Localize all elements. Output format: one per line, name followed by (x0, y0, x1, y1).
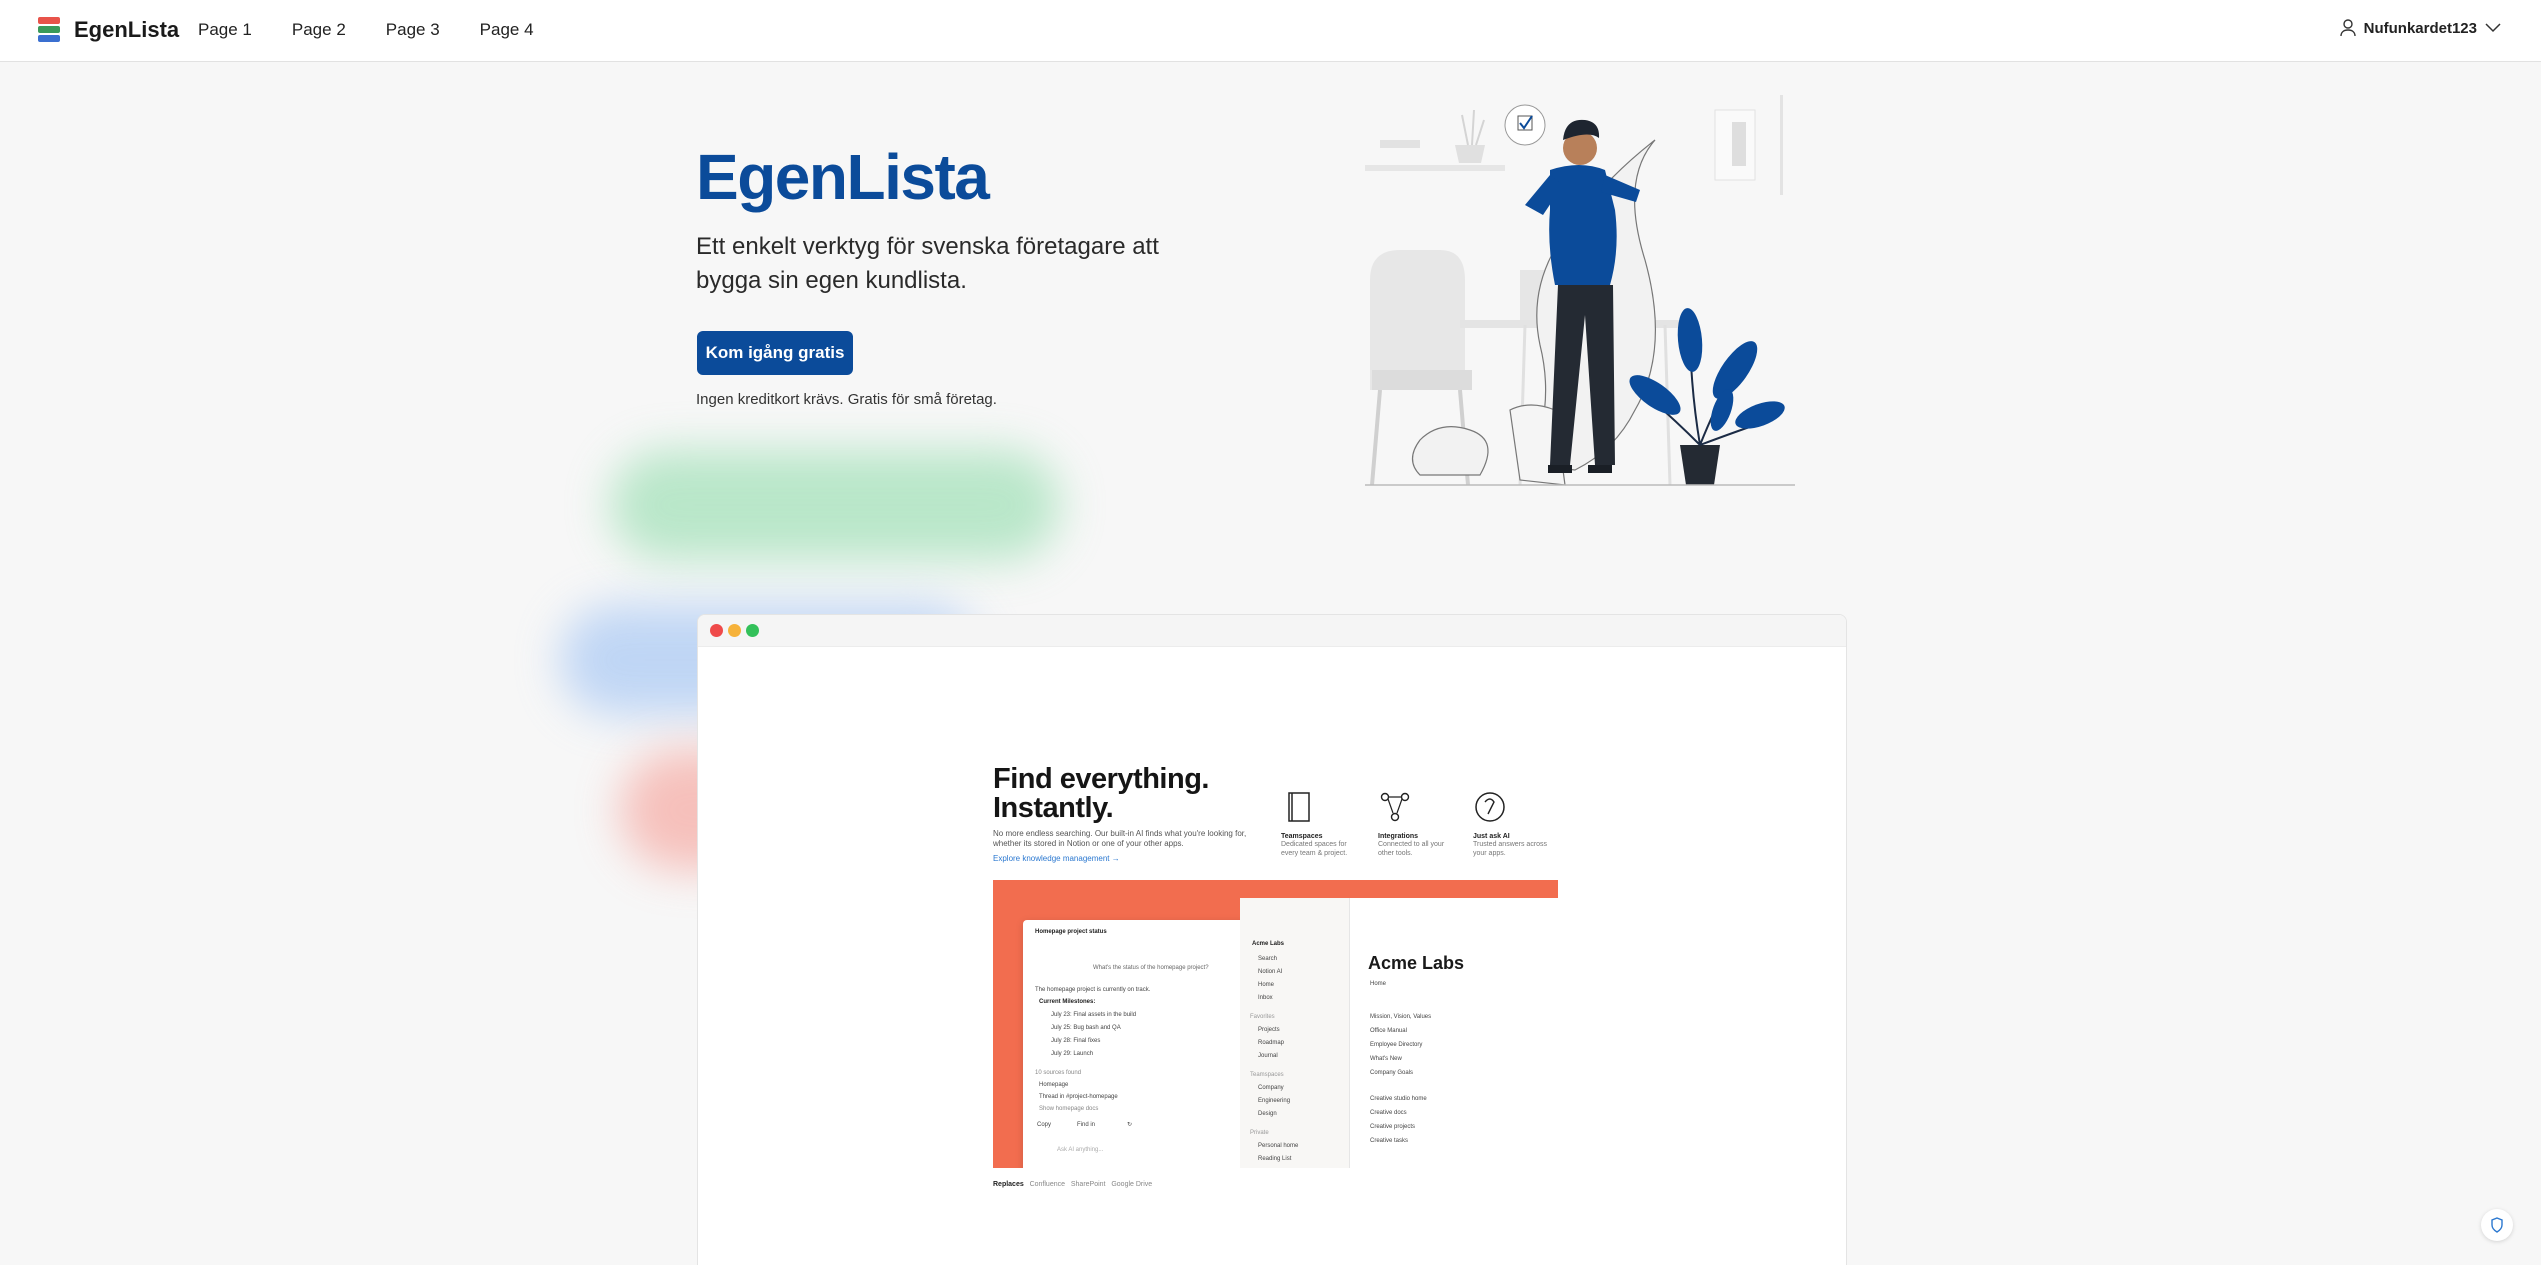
ask-ai-input[interactable]: Ask AI anything... (1057, 1146, 1103, 1154)
workspace-sidebar: Acme Labs Search Notion AI Home Inbox Fa… (1240, 898, 1350, 1168)
hero-subtitle: Ett enkelt verktyg för svenska företagar… (696, 233, 1159, 294)
nav-page-4[interactable]: Page 4 (480, 20, 534, 40)
maximize-dot-icon (746, 624, 759, 637)
notion-screenshot: Homepage project status What's the statu… (993, 880, 1558, 1168)
nodes-icon (1380, 792, 1410, 822)
shield-icon (2491, 1217, 2503, 1233)
get-started-button[interactable]: Kom igång gratis (697, 331, 853, 375)
main-nav: Page 1 Page 2 Page 3 Page 4 (198, 20, 534, 40)
stacked-list-logo-icon (36, 15, 62, 45)
nav-page-2[interactable]: Page 2 (292, 20, 346, 40)
top-navbar: EgenLista Page 1 Page 2 Page 3 Page 4 Nu… (0, 0, 2541, 62)
brand-name: EgenLista (74, 17, 180, 42)
feature-integrations: Integrations Connected to all your other… (1378, 790, 1458, 858)
window-titlebar (698, 615, 1846, 647)
feature-teamspaces: Teamspaces Dedicated spaces for every te… (1281, 790, 1361, 858)
workspace-main: Acme Labs Home Mission, Vision, Values O… (1350, 898, 1558, 1168)
close-dot-icon (710, 624, 723, 637)
ai-face-icon (1475, 792, 1505, 822)
find-in-button[interactable]: Find in (1077, 1121, 1095, 1129)
username: Nufunkardet123 (2363, 19, 2477, 37)
preview-heading: Find everything. Instantly. (993, 763, 1209, 824)
chevron-down-icon (2485, 23, 2501, 33)
app-preview-window: Find everything. Instantly. No more endl… (697, 614, 1847, 1265)
preview-description: No more endless searching. Our built-in … (993, 829, 1247, 848)
brand-link[interactable]: EgenLista (36, 15, 179, 45)
person-with-list-illustration (1365, 95, 1795, 486)
hero-note: Ingen kreditkort krävs. Gratis för små f… (696, 391, 997, 408)
preview-link[interactable]: Explore knowledge management → (993, 854, 1120, 863)
retry-button[interactable]: ↻ (1127, 1121, 1132, 1129)
decorative-green-blob (610, 450, 1060, 560)
user-menu[interactable]: Nufunkardet123 (2339, 19, 2501, 37)
feature-ask-ai: Just ask AI Trusted answers across your … (1473, 790, 1553, 858)
book-icon (1288, 792, 1310, 822)
user-icon (2339, 19, 2356, 37)
privacy-shield-button[interactable] (2481, 1209, 2513, 1241)
nav-page-1[interactable]: Page 1 (198, 20, 252, 40)
replaces-row: Replaces Confluence SharePoint Google Dr… (993, 1181, 1153, 1188)
nav-page-3[interactable]: Page 3 (386, 20, 440, 40)
copy-button[interactable]: Copy (1037, 1121, 1051, 1129)
minimize-dot-icon (728, 624, 741, 637)
hero-title: EgenLista (696, 141, 990, 213)
